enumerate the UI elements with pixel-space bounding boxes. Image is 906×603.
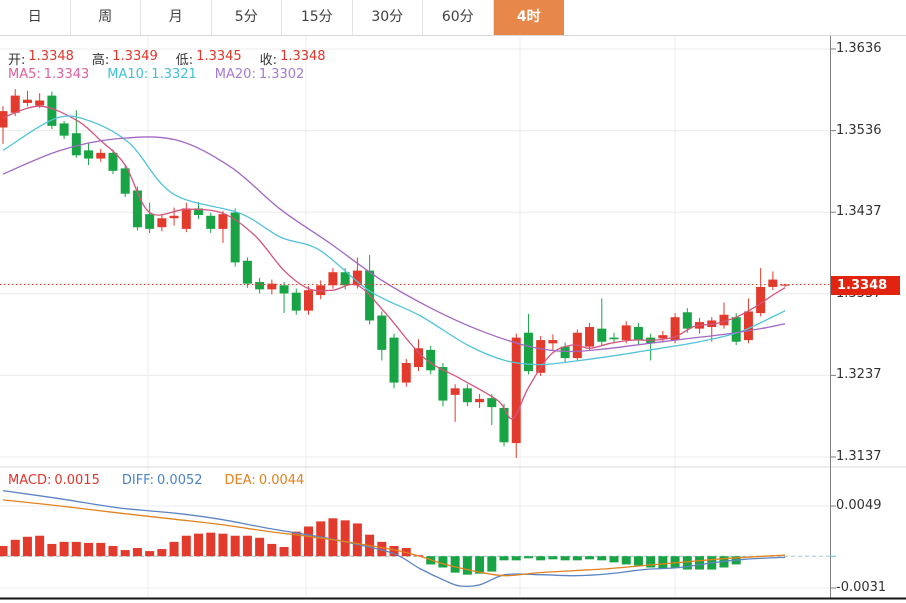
ma-info-row: MA5: 1.3343 MA10: 1.3321 MA20: 1.3302 [8,67,304,82]
price-axis-label: 1.3636 [836,41,882,56]
close-label: 收: [260,49,277,68]
macd-info-row: MACD: 0.0015 DIFF: 0.0052 DEA: 0.0044 [8,473,304,488]
macd-axis-label: 0.0049 [836,498,882,513]
trading-chart-app: { "tabs": { "items": [ {"label": "日"}, {… [0,0,906,603]
ma10-value: 1.3321 [151,67,197,82]
ma5-label: MA5: [8,67,41,82]
macd-value: 0.0015 [54,473,100,488]
timeframe-tabbar: 日 周 月 5分 15分 30分 60分 4时 [0,0,906,36]
ma10-label: MA10: [107,67,148,82]
dea-value: 0.0044 [259,473,305,488]
tab-60min[interactable]: 60分 [423,0,494,35]
open-readout: 开: 1.3348 [8,49,74,68]
ma20-readout: MA20: 1.3302 [215,67,305,82]
low-label: 低: [176,49,193,68]
tab-15min[interactable]: 15分 [282,0,353,35]
tab-4hour-active[interactable]: 4时 [494,0,565,35]
ma5-readout: MA5: 1.3343 [8,67,89,82]
price-axis-label: 1.3137 [836,449,882,464]
dea-label: DEA: [225,473,256,488]
close-readout: 收: 1.3348 [260,49,326,68]
tab-30min[interactable]: 30分 [353,0,424,35]
high-label: 高: [92,49,109,68]
ma20-value: 1.3302 [259,67,305,82]
open-label: 开: [8,49,25,68]
high-value: 1.3349 [112,49,158,68]
high-readout: 高: 1.3349 [92,49,158,68]
ma5-value: 1.3343 [44,67,90,82]
low-readout: 低: 1.3345 [176,49,242,68]
low-value: 1.3345 [196,49,242,68]
price-axis-label: 1.3536 [836,123,882,138]
tab-5min[interactable]: 5分 [212,0,283,35]
tab-week[interactable]: 周 [71,0,142,35]
price-axis-label: 1.3237 [836,367,882,382]
tab-month[interactable]: 月 [141,0,212,35]
ma20-label: MA20: [215,67,256,82]
macd-readout: MACD: 0.0015 [8,473,100,488]
current-price-tag: 1.3348 [831,276,900,295]
ma10-readout: MA10: 1.3321 [107,67,197,82]
diff-readout: DIFF: 0.0052 [122,473,203,488]
dea-readout: DEA: 0.0044 [225,473,305,488]
chart-canvas[interactable] [0,0,906,603]
open-value: 1.3348 [28,49,74,68]
macd-axis-label: -0.0031 [836,580,886,595]
macd-label: MACD: [8,473,51,488]
close-value: 1.3348 [280,49,326,68]
tab-day[interactable]: 日 [0,0,71,35]
diff-label: DIFF: [122,473,154,488]
price-axis-label: 1.3437 [836,204,882,219]
ohlc-info-row: 开: 1.3348 高: 1.3349 低: 1.3345 收: 1.3348 [8,49,326,68]
tabbar-filler [564,0,906,35]
diff-value: 0.0052 [157,473,203,488]
